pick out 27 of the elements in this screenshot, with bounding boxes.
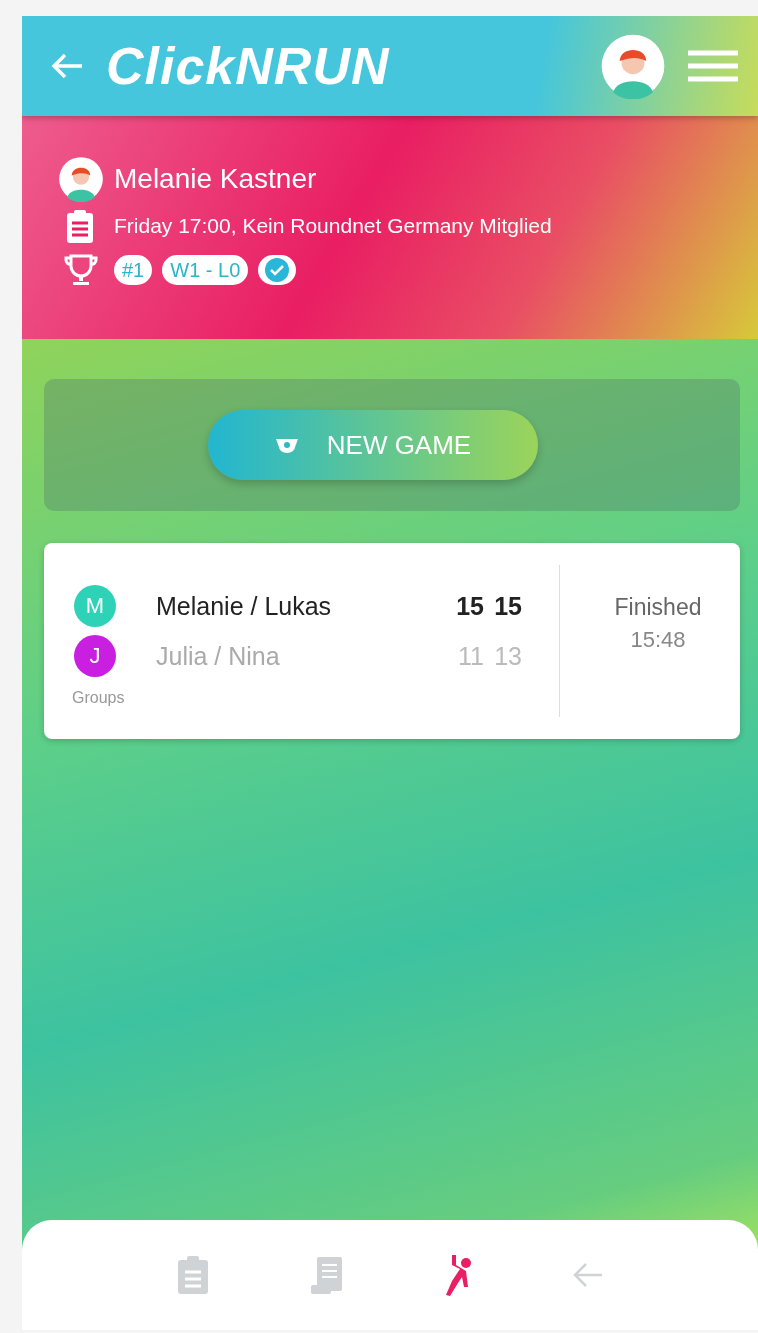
set-score: 11 [457,641,484,671]
group-label: Groups [72,689,126,707]
team-name: Julia / Nina [156,641,281,671]
document-icon[interactable] [310,1255,344,1295]
set-score: 15 [455,591,484,621]
set-score: 13 [493,641,522,671]
team-avatar: J [74,635,116,677]
player-name: Melanie Kastner [114,163,317,195]
match-time: 15:48 [630,626,686,653]
back-arrow-icon[interactable] [572,1261,604,1289]
stat-badge: W1 - L0 [162,255,249,285]
team-name: Melanie / Lukas [156,591,333,621]
avatar-icon [58,156,104,202]
match-status: Finished [614,593,702,621]
back-arrow-icon[interactable] [50,51,84,81]
set-score: 15 [493,591,522,621]
app-logo: ClickNRUN [106,36,390,96]
whistle-icon [274,437,299,453]
team-avatar: M [74,585,116,627]
verified-badge [258,255,297,285]
avatar-icon[interactable] [600,33,666,99]
clipboard-icon[interactable] [176,1255,210,1295]
menu-icon[interactable] [688,49,738,83]
stat-badge: #1 [114,255,153,285]
player-icon[interactable] [444,1253,472,1297]
match-card[interactable]: M Melanie / Lukas 15 15 J Julia / Nina 11 13 Groups Finished 15:48 [44,543,740,739]
registration-details: Friday 17:00, Kein Roundnet Germany Mitglied [114,214,552,238]
